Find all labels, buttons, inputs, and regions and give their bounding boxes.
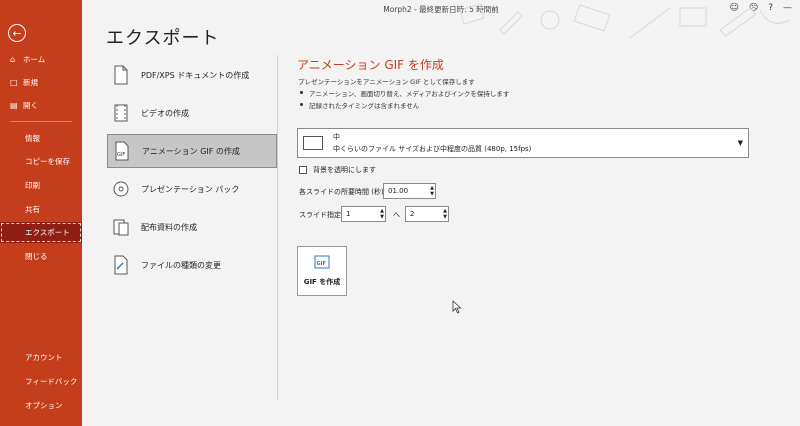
- nav-save-copy-label: コピーを保存: [25, 157, 70, 166]
- export-option-handout-label: 配布資料の作成: [141, 222, 197, 232]
- nav-print[interactable]: 印刷: [0, 175, 82, 196]
- slide-to-value: 2: [410, 210, 415, 218]
- gif-bullet-text: 記録されたタイミングは含まれません: [309, 102, 420, 110]
- export-option-package[interactable]: プレゼンテーション パック: [107, 172, 277, 206]
- nav-print-label: 印刷: [25, 181, 40, 190]
- export-option-handout[interactable]: 配布資料の作成: [107, 210, 277, 244]
- video-icon: [111, 103, 131, 123]
- home-icon: ⌂: [10, 54, 16, 64]
- create-gif-label: GIF を作成: [303, 278, 341, 286]
- export-option-pdf-label: PDF/XPS ドキュメントの作成: [141, 70, 250, 80]
- page-title: エクスポート: [106, 28, 220, 49]
- monitor-icon: [303, 136, 323, 150]
- nav-home[interactable]: ⌂ ホーム: [0, 49, 82, 70]
- transparent-background-label: 背景を透明にします: [313, 166, 376, 174]
- nav-close[interactable]: 閉じる: [0, 246, 82, 267]
- nav-options[interactable]: オプション: [0, 395, 82, 416]
- gif-panel-description: プレゼンテーションをアニメーション GIF として保存します: [298, 78, 475, 86]
- gif-file-icon: GIF: [314, 255, 330, 271]
- decorative-doodles-icon: [459, 3, 791, 39]
- gif-bullet: アニメーション、画面切り替え、メディアおよびインクを保持します: [300, 88, 509, 98]
- bullet-dot-icon: [300, 91, 303, 94]
- gif-bullet: 記録されたタイミングは含まれません: [300, 100, 419, 110]
- backstage-nav: ← ⌂ ホーム □ 新規 ▤ 開く 情報 コピーを保存 印刷 共有 エクスポート…: [0, 0, 82, 426]
- nav-feedback[interactable]: フィードバック: [0, 371, 82, 392]
- create-gif-button[interactable]: GIF GIF を作成: [297, 246, 347, 296]
- spinner-arrows-icon[interactable]: ▲ ▼: [443, 207, 447, 221]
- transparent-background-option[interactable]: 背景を透明にします: [299, 165, 376, 175]
- nav-account[interactable]: アカウント: [0, 347, 82, 368]
- seconds-per-slide-input[interactable]: 01.00 ▲ ▼: [383, 183, 436, 199]
- mouse-cursor-icon: [452, 300, 462, 314]
- slide-to-input[interactable]: 2 ▲ ▼: [405, 206, 449, 222]
- new-file-icon: □: [10, 77, 18, 87]
- slide-range-label: スライド指定:: [299, 211, 344, 219]
- nav-new[interactable]: □ 新規: [0, 72, 82, 93]
- change-file-type-icon: [111, 255, 131, 275]
- export-option-pdf[interactable]: PDF/XPS ドキュメントの作成: [107, 58, 277, 92]
- pane-divider: [277, 55, 278, 400]
- nav-close-label: 閉じる: [25, 252, 48, 261]
- svg-text:GIF: GIF: [117, 152, 125, 158]
- seconds-per-slide-value: 01.00: [388, 187, 409, 195]
- nav-export[interactable]: エクスポート: [0, 222, 82, 243]
- gif-bullet-text: アニメーション、画面切り替え、メディアおよびインクを保持します: [309, 90, 510, 98]
- gif-icon: GIF: [112, 141, 132, 161]
- nav-new-label: 新規: [23, 78, 38, 87]
- disc-icon: [111, 179, 131, 199]
- transparent-background-checkbox[interactable]: [299, 166, 307, 174]
- quality-text: 中 中くらいのファイル サイズおよび中程度の品質 (480p, 15fps): [333, 132, 531, 154]
- seconds-per-slide-label: 各スライドの所要時間 (秒):: [299, 188, 387, 196]
- slide-from-value: 1: [346, 210, 351, 218]
- export-option-gif[interactable]: GIF アニメーション GIF の作成: [107, 134, 277, 168]
- export-option-change-type[interactable]: ファイルの種類の変更: [107, 248, 277, 282]
- nav-feedback-label: フィードバック: [25, 377, 78, 386]
- nav-share[interactable]: 共有: [0, 199, 82, 220]
- nav-account-label: アカウント: [25, 353, 63, 362]
- slide-from-input[interactable]: 1 ▲ ▼: [341, 206, 386, 222]
- slide-range-separator: へ: [393, 211, 400, 219]
- nav-export-label: エクスポート: [25, 228, 70, 237]
- export-option-video-label: ビデオの作成: [141, 108, 189, 118]
- nav-open[interactable]: ▤ 開く: [0, 95, 82, 116]
- quality-dropdown[interactable]: 中 中くらいのファイル サイズおよび中程度の品質 (480p, 15fps) ▼: [297, 128, 749, 158]
- pdf-document-icon: [111, 65, 131, 85]
- export-option-gif-label: アニメーション GIF の作成: [142, 146, 240, 156]
- nav-open-label: 開く: [23, 101, 38, 110]
- export-option-video[interactable]: ビデオの作成: [107, 96, 277, 130]
- nav-options-label: オプション: [25, 401, 63, 410]
- folder-icon: ▤: [10, 100, 18, 110]
- nav-info-label: 情報: [25, 134, 40, 143]
- handout-icon: [111, 217, 131, 237]
- svg-text:GIF: GIF: [317, 261, 326, 267]
- back-arrow-icon[interactable]: ←: [8, 24, 26, 42]
- export-option-change-type-label: ファイルの種類の変更: [141, 260, 221, 270]
- bullet-dot-icon: [300, 103, 303, 106]
- nav-home-label: ホーム: [23, 55, 46, 64]
- spinner-arrows-icon[interactable]: ▲ ▼: [430, 184, 434, 198]
- nav-divider: [10, 121, 72, 122]
- gif-panel-title: アニメーション GIF を作成: [297, 58, 444, 72]
- quality-name: 中: [333, 133, 340, 141]
- nav-info[interactable]: 情報: [0, 128, 82, 149]
- nav-save-copy[interactable]: コピーを保存: [0, 151, 82, 172]
- spinner-arrows-icon[interactable]: ▲ ▼: [380, 207, 384, 221]
- nav-share-label: 共有: [25, 205, 40, 214]
- quality-detail: 中くらいのファイル サイズおよび中程度の品質 (480p, 15fps): [333, 145, 532, 153]
- export-option-package-label: プレゼンテーション パック: [141, 184, 240, 194]
- chevron-down-icon: ▼: [737, 139, 743, 147]
